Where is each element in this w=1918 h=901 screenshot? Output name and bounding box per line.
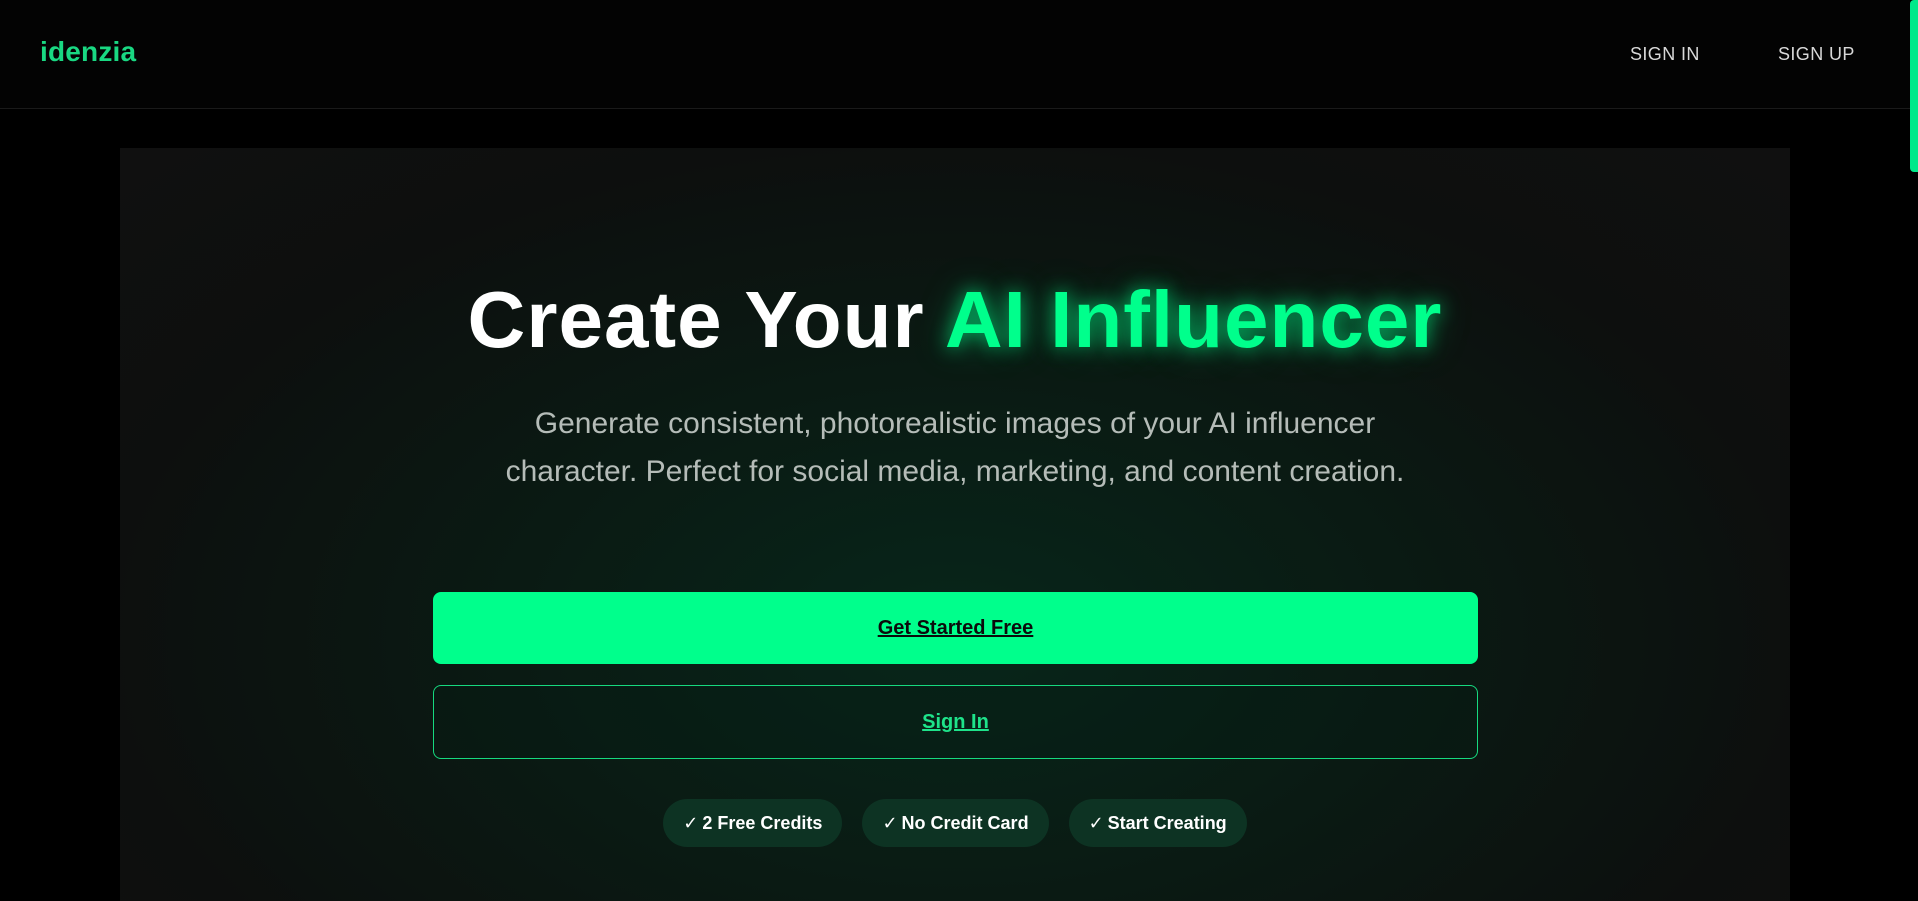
- hero-subtitle: Generate consistent, photorealistic imag…: [505, 407, 1405, 488]
- nav-sign-up-link[interactable]: SIGN UP: [1778, 44, 1855, 65]
- headline-main-text: Create Your: [467, 275, 925, 364]
- badge-label: No Credit Card: [901, 812, 1029, 833]
- brand-logo[interactable]: idenzia: [40, 36, 136, 68]
- check-icon: ✓: [882, 812, 898, 833]
- sign-in-button[interactable]: Sign In: [433, 685, 1478, 759]
- headline-accent-text: AI Influencer: [944, 275, 1443, 364]
- badge-label: Start Creating: [1107, 812, 1227, 833]
- check-icon: ✓: [683, 812, 699, 833]
- feature-badges: ✓ 2 Free Credits ✓ No Credit Card ✓ Star…: [120, 799, 1790, 847]
- top-navbar: idenzia SIGN IN SIGN UP: [0, 0, 1918, 109]
- badge-free-credits: ✓ 2 Free Credits: [663, 799, 843, 847]
- nav-sign-in-link[interactable]: SIGN IN: [1630, 44, 1700, 65]
- badge-start-creating: ✓ Start Creating: [1068, 799, 1247, 847]
- scrollbar-thumb[interactable]: [1910, 0, 1918, 172]
- hero-section: Create Your AI Influencer Generate consi…: [120, 148, 1790, 901]
- badge-no-credit-card: ✓ No Credit Card: [862, 799, 1049, 847]
- get-started-button[interactable]: Get Started Free: [433, 592, 1478, 664]
- badge-label: 2 Free Credits: [702, 812, 823, 833]
- hero-headline: Create Your AI Influencer: [120, 274, 1790, 366]
- check-icon: ✓: [1088, 812, 1104, 833]
